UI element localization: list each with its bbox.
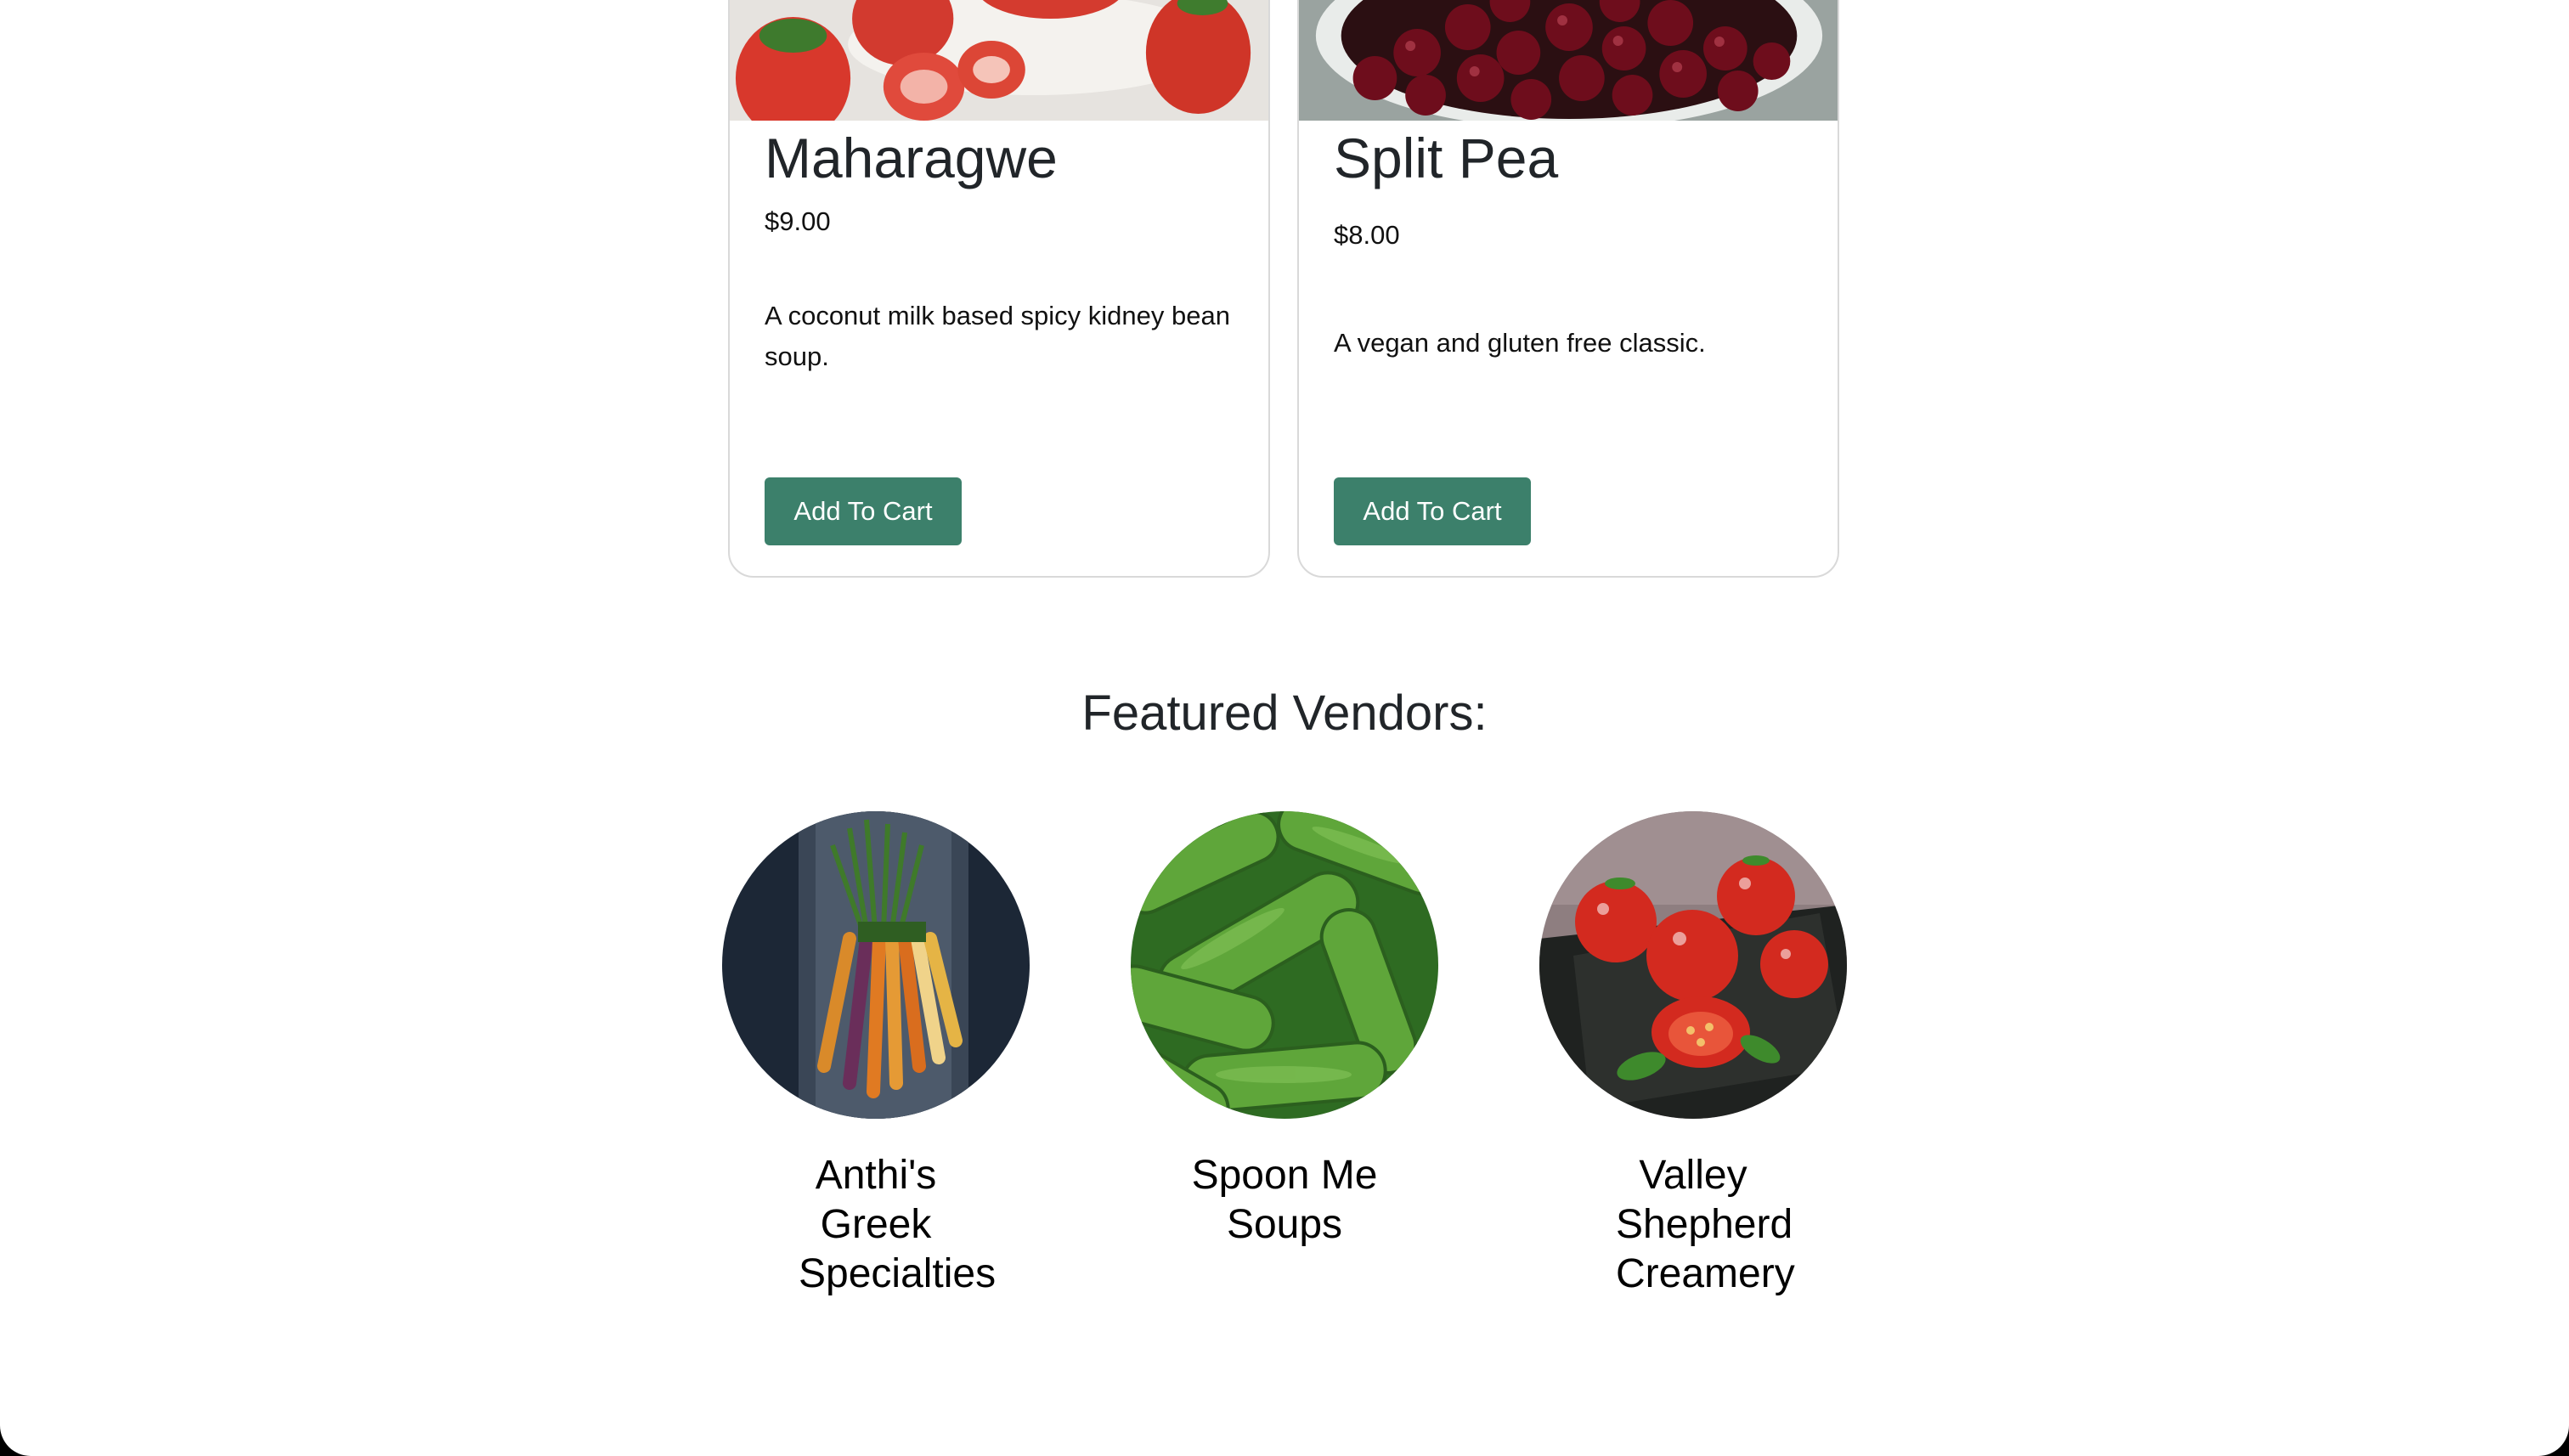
vendor-image-carrots[interactable] xyxy=(722,811,1030,1119)
vendor-image-cucumbers[interactable] xyxy=(1131,811,1438,1119)
product-image-strawberries xyxy=(730,0,1268,121)
add-to-cart-button[interactable]: Add To Cart xyxy=(1334,477,1531,545)
product-description: A vegan and gluten free classic. xyxy=(1334,328,1706,358)
featured-vendors-heading: Featured Vendors: xyxy=(1081,686,1488,741)
product-price: $8.00 xyxy=(1334,220,1400,250)
vendor-name[interactable]: Valley Shepherd Creamery xyxy=(1539,1151,1847,1299)
vendor-name[interactable]: Spoon Me Soups xyxy=(1131,1151,1438,1250)
page: Maharagwe $9.00 A coconut milk based spi… xyxy=(0,0,2569,1456)
add-to-cart-button[interactable]: Add To Cart xyxy=(765,477,962,545)
vendor-card-valley-shepherd[interactable]: Valley Shepherd Creamery xyxy=(1539,811,1847,1299)
product-name: Maharagwe xyxy=(765,127,1058,189)
vendor-card-anthis[interactable]: Anthi's Greek Specialties xyxy=(722,811,1030,1299)
vendor-card-spoon-me-soups[interactable]: Spoon Me Soups xyxy=(1131,811,1438,1250)
product-description: A coconut milk based spicy kidney bean s… xyxy=(765,301,1230,371)
product-image-cherries xyxy=(1299,0,1838,121)
product-price: $9.00 xyxy=(765,206,831,236)
vendor-name[interactable]: Anthi's Greek Specialties xyxy=(722,1151,1030,1299)
product-card-split-pea: Split Pea $8.00 A vegan and gluten free … xyxy=(1297,0,1839,578)
product-name: Split Pea xyxy=(1334,127,1559,189)
product-card-maharagwe: Maharagwe $9.00 A coconut milk based spi… xyxy=(728,0,1270,578)
vendor-image-tomatoes[interactable] xyxy=(1539,811,1847,1119)
